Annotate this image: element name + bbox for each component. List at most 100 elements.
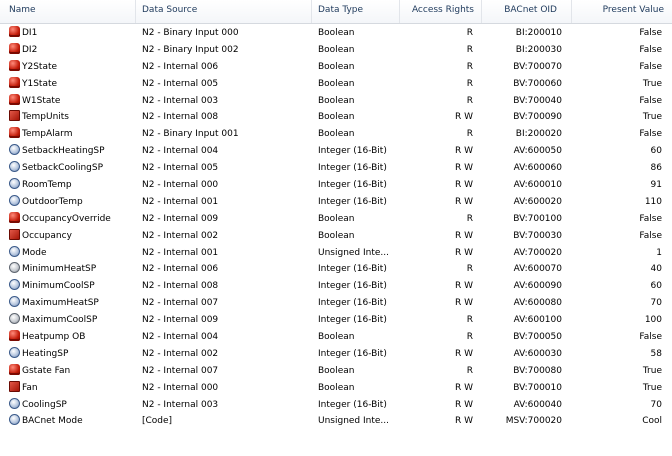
table-row[interactable]: RoomTemp N2 - Internal 000 Integer (16-Bit…	[0, 177, 672, 194]
cell-access-rights: R W	[454, 163, 473, 174]
cell-data-source: N2 - Internal 006	[142, 61, 219, 72]
table-row[interactable]: Y2State N2 - Internal 006 Boolean R BV:70007…	[0, 59, 672, 76]
table-row[interactable]: HeatingSP N2 - Internal 002 Integer (16-Bi…	[0, 346, 672, 363]
table-row[interactable]: Gstate Fan N2 - Internal 007 Boolean R BV:70…	[0, 363, 672, 380]
cell-bacnet-oid: AV:600010	[513, 180, 562, 191]
cell-present-value: 86	[650, 163, 662, 174]
table-row[interactable]: Mode N2 - Internal 001 Unsigned Inte... R W…	[0, 245, 672, 262]
table-row[interactable]: MinimumHeatSP N2 - Internal 006 Integer (1…	[0, 261, 672, 278]
cell-access-rights: R W	[454, 382, 473, 393]
column-header-bacnet-oid[interactable]: BACnet OID	[482, 0, 572, 23]
table-row[interactable]: CoolingSP N2 - Internal 003 Integer (16-Bi…	[0, 397, 672, 414]
table-row[interactable]: DI2 N2 - Binary Input 002 Boolean R BI:20003…	[0, 42, 672, 59]
cell-data-type: Boolean	[318, 61, 355, 72]
cell-bacnet-oid: AV:700020	[513, 247, 562, 258]
column-header-name[interactable]: Name	[0, 0, 136, 23]
cell-bacnet-oid: BV:700090	[513, 112, 562, 123]
cell-name: Gstate Fan	[0, 363, 136, 380]
table-row[interactable]: W1State N2 - Internal 003 Boolean R BV:70004…	[0, 93, 672, 110]
cell-data-type: Boolean	[318, 44, 355, 55]
point-name: MaximumCoolSP	[22, 315, 98, 326]
column-header-present-value[interactable]: Present Value	[572, 0, 672, 23]
cell-bacnet-oid: BV:700070	[513, 61, 562, 72]
column-header-access-rights[interactable]: Access Rights	[400, 0, 482, 23]
cell-data-source: N2 - Internal 002	[142, 230, 219, 241]
table-row[interactable]: SetbackHeatingSP N2 - Internal 004 Integer…	[0, 143, 672, 160]
cell-name: TempUnits	[0, 109, 136, 126]
cell-bacnet-oid: BV:700060	[513, 78, 562, 89]
cell-data-type: Boolean	[318, 112, 355, 123]
cell-data-type: Boolean	[318, 28, 355, 38]
cell-present-value: False	[639, 230, 662, 241]
cell-access-rights: R W	[454, 281, 473, 292]
boolean-point-icon	[9, 363, 20, 375]
cell-data-source: N2 - Internal 009	[142, 213, 219, 224]
point-name: MaximumHeatSP	[22, 298, 99, 309]
point-name: Gstate Fan	[22, 365, 71, 376]
cell-bacnet-oid: BV:700050	[513, 332, 562, 343]
cell-present-value: False	[639, 44, 662, 55]
cell-data-type: Boolean	[318, 213, 355, 224]
cell-present-value: False	[639, 213, 662, 224]
table-row[interactable]: MaximumHeatSP N2 - Internal 007 Integer (1…	[0, 295, 672, 312]
cell-data-type: Integer (16-Bit)	[318, 399, 387, 410]
point-name: Y2State	[22, 61, 58, 72]
numeric-point-icon	[9, 279, 20, 291]
boolean-writable-icon	[9, 110, 20, 122]
cell-bacnet-oid: MSV:700020	[505, 416, 562, 427]
cell-data-type: Integer (16-Bit)	[318, 146, 387, 157]
cell-data-source: N2 - Internal 007	[142, 365, 219, 376]
cell-access-rights: R W	[454, 180, 473, 191]
cell-data-type: Integer (16-Bit)	[318, 264, 387, 275]
cell-bacnet-oid: AV:600040	[513, 399, 562, 410]
cell-data-source: N2 - Internal 003	[142, 95, 219, 106]
cell-access-rights: R	[466, 264, 473, 275]
cell-bacnet-oid: BI:200020	[515, 129, 562, 140]
cell-present-value: False	[639, 95, 662, 106]
point-name: DI2	[22, 44, 38, 55]
cell-data-source: N2 - Internal 005	[142, 78, 219, 89]
table-row[interactable]: BACnet Mode [Code] Unsigned Inte... R W MSV:…	[0, 413, 672, 430]
cell-access-rights: R	[466, 332, 473, 343]
cell-present-value: 60	[650, 146, 662, 157]
cell-name: DI1	[0, 25, 136, 42]
cell-name: MaximumHeatSP	[0, 295, 136, 312]
cell-access-rights: R W	[454, 348, 473, 359]
cell-data-source: N2 - Binary Input 002	[142, 44, 239, 55]
table-row[interactable]: OccupancyOverride N2 - Internal 009 Boolea…	[0, 211, 672, 228]
cell-access-rights: R	[466, 95, 473, 106]
boolean-point-icon	[9, 93, 20, 105]
cell-data-source: N2 - Internal 000	[142, 180, 219, 191]
cell-data-source: N2 - Internal 002	[142, 348, 219, 359]
cell-access-rights: R W	[454, 298, 473, 309]
cell-data-type: Boolean	[318, 95, 355, 106]
cell-data-type: Unsigned Inte...	[318, 247, 390, 258]
table-row[interactable]: TempAlarm N2 - Binary Input 001 Boolean R BI…	[0, 126, 672, 143]
table-row[interactable]: OutdoorTemp N2 - Internal 001 Integer (16-…	[0, 194, 672, 211]
cell-data-type: Integer (16-Bit)	[318, 315, 387, 326]
table-row[interactable]: Y1State N2 - Internal 005 Boolean R BV:70006…	[0, 76, 672, 93]
cell-access-rights: R W	[454, 247, 473, 258]
table-row[interactable]: MinimumCoolSP N2 - Internal 008 Integer (1…	[0, 278, 672, 295]
column-header-data-type[interactable]: Data Type	[312, 0, 400, 23]
cell-present-value: 100	[644, 315, 662, 326]
cell-bacnet-oid: BI:200030	[515, 44, 562, 55]
points-grid: Name Data Source Data Type Access Rights…	[0, 0, 672, 456]
cell-name: SetbackHeatingSP	[0, 143, 136, 160]
table-row[interactable]: Heatpump OB N2 - Internal 004 Boolean R BV:7…	[0, 329, 672, 346]
table-row[interactable]: TempUnits N2 - Internal 008 Boolean R W BV:7…	[0, 109, 672, 126]
cell-present-value: False	[639, 129, 662, 140]
column-header-data-source[interactable]: Data Source	[136, 0, 312, 23]
table-row[interactable]: Occupancy N2 - Internal 002 Boolean R W BV:7…	[0, 228, 672, 245]
table-row[interactable]: SetbackCoolingSP N2 - Internal 005 Integer…	[0, 160, 672, 177]
table-row[interactable]: Fan N2 - Internal 000 Boolean R W BV:700010 T…	[0, 380, 672, 397]
table-row[interactable]: MaximumCoolSP N2 - Internal 009 Integer (1…	[0, 312, 672, 329]
cell-name: Y2State	[0, 59, 136, 76]
numeric-point-icon	[9, 144, 20, 156]
cell-name: Fan	[0, 380, 136, 397]
point-name: Fan	[22, 382, 38, 393]
table-row[interactable]: DI1 N2 - Binary Input 000 Boolean R BI:20001…	[0, 25, 672, 42]
point-name: BACnet Mode	[22, 416, 83, 427]
numeric-point-icon	[9, 194, 20, 206]
empty-list-area	[0, 431, 672, 456]
